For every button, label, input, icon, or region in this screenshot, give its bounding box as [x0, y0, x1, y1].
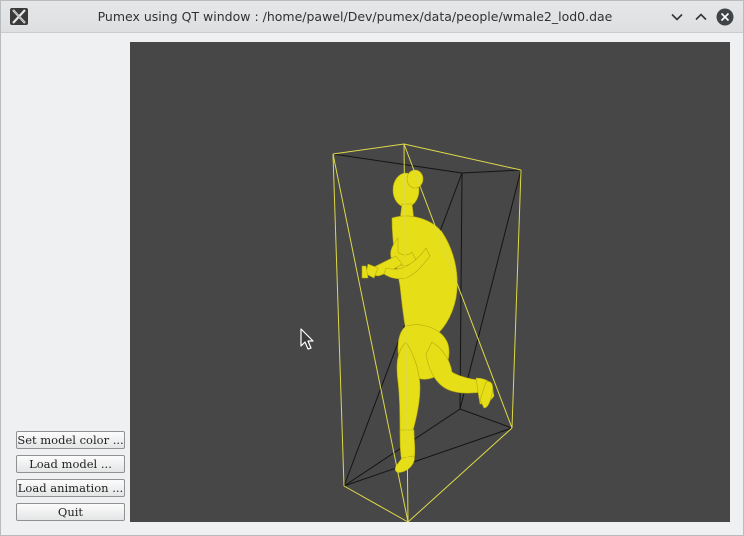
set-model-color-button[interactable]: Set model color ...: [16, 431, 125, 449]
load-animation-button[interactable]: Load animation ...: [16, 479, 125, 497]
running-figure-model: [361, 169, 495, 473]
window-title: Pumex using QT window : /home/pawel/Dev/…: [97, 9, 613, 24]
3d-viewport[interactable]: [130, 42, 730, 522]
chevron-down-icon: [671, 13, 683, 21]
close-icon: [716, 8, 734, 26]
model-scene: [332, 143, 522, 522]
close-button[interactable]: [716, 8, 734, 26]
maximize-button[interactable]: [692, 8, 710, 26]
titlebar[interactable]: Pumex using QT window : /home/pawel/Dev/…: [1, 1, 743, 33]
load-model-button[interactable]: Load model ...: [16, 455, 125, 473]
chevron-up-icon: [695, 13, 707, 21]
mouse-pointer-icon: [300, 328, 316, 352]
minimize-button[interactable]: [668, 8, 686, 26]
x11-icon: [10, 8, 28, 25]
quit-button[interactable]: Quit: [16, 503, 125, 521]
main-window: Pumex using QT window : /home/pawel/Dev/…: [0, 0, 744, 536]
